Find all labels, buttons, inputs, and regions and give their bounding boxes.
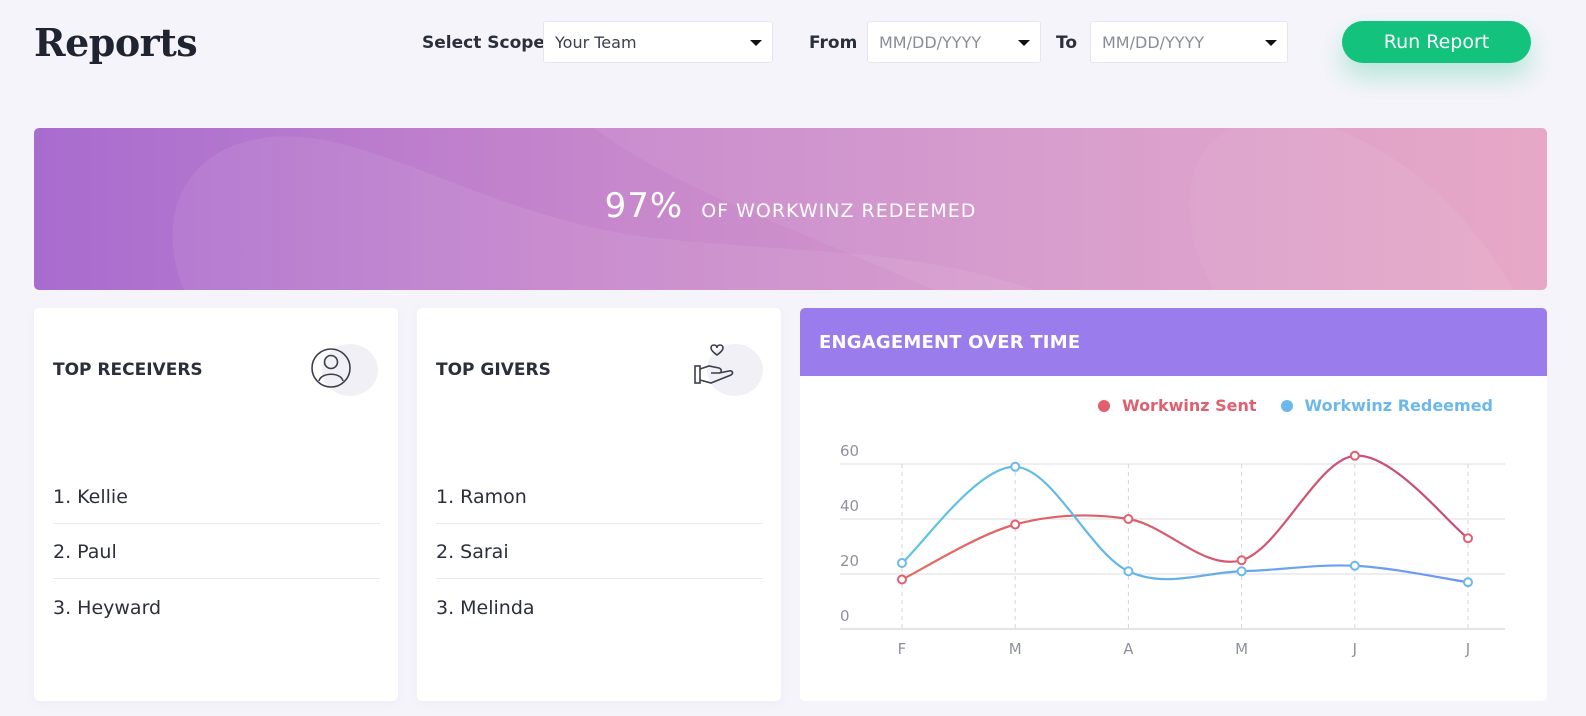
to-label: To [1056, 33, 1078, 53]
x-tick-label: A [1123, 640, 1134, 658]
y-tick-label: 20 [840, 552, 859, 570]
run-report-button[interactable]: Run Report [1342, 21, 1531, 63]
top-givers-title: TOP GIVERS [436, 360, 551, 380]
from-date-placeholder: MM/DD/YYYY [879, 32, 982, 52]
chevron-down-icon [750, 40, 762, 46]
legend-label-sent: Workwinz Sent [1121, 396, 1257, 415]
x-tick-label: M [1235, 640, 1248, 658]
legend-label-redeemed: Workwinz Redeemed [1304, 396, 1493, 415]
redeemed-caption: OF WORKWINZ REDEEMED [701, 200, 977, 222]
redeemed-banner: 97% OF WORKWINZ REDEEMED [34, 128, 1547, 290]
legend-dot-sent [1097, 399, 1110, 412]
data-point-redeemed [1349, 560, 1360, 571]
series-line-sent [901, 454, 1469, 581]
x-tick-label: J [1352, 640, 1357, 658]
to-date-placeholder: MM/DD/YYYY [1102, 32, 1205, 52]
engagement-card: 0 20 40 60 F M A M J J ENGAGEMENT OVER TIME Workw… [800, 308, 1547, 701]
data-point-sent [897, 574, 907, 585]
legend-dot-redeemed [1280, 399, 1293, 412]
engagement-chart: 0 20 40 60 F M A M J J [840, 442, 1505, 658]
data-point-sent [1349, 450, 1360, 461]
from-label: From [809, 33, 858, 53]
scope-select-value: Your Team [555, 32, 637, 52]
heart-hand-icon [693, 342, 763, 402]
top-receivers-card: TOP RECEIVERS 1. Kellie 2. Paul 3. Heywa… [34, 308, 398, 701]
scope-label: Select Scope [422, 33, 545, 53]
list-item: 1. Ramon [436, 469, 763, 524]
list-item: 2. Sarai [436, 524, 763, 579]
data-point-sent [1463, 533, 1473, 544]
data-point-sent [1236, 555, 1247, 566]
data-point-redeemed [897, 558, 907, 568]
data-point-redeemed [1236, 566, 1247, 577]
list-item: 3. Heyward [53, 596, 162, 619]
data-point-redeemed [1123, 566, 1134, 577]
to-date-field[interactable]: MM/DD/YYYY [1090, 21, 1288, 63]
x-tick-label: F [898, 640, 907, 658]
chevron-down-icon [1018, 40, 1030, 46]
legend-item-sent[interactable]: Workwinz Sent [1097, 396, 1257, 415]
data-point-redeemed [1463, 577, 1473, 588]
x-tick-label: M [1009, 640, 1022, 658]
page-title: Reports [34, 20, 198, 65]
list-item: 1. Kellie [53, 469, 380, 524]
from-date-field[interactable]: MM/DD/YYYY [867, 21, 1041, 63]
top-givers-list: 1. Ramon 2. Sarai 3. Melinda [436, 469, 763, 634]
series-line-redeemed [901, 465, 1469, 584]
scope-select[interactable]: Your Team [543, 21, 773, 63]
y-tick-label: 40 [840, 497, 859, 515]
top-receivers-title: TOP RECEIVERS [53, 360, 203, 380]
y-tick-label: 0 [840, 607, 850, 625]
top-givers-card: TOP GIVERS 1. Ramon 2. Sarai 3. Melinda [417, 308, 781, 701]
banner-text: 97% OF WORKWINZ REDEEMED [34, 186, 1547, 226]
data-point-redeemed [1010, 461, 1021, 472]
data-point-sent [1010, 519, 1021, 530]
user-circle-icon [310, 342, 380, 402]
top-receivers-list: 1. Kellie 2. Paul 3. Heyward [53, 469, 380, 634]
data-point-sent [1123, 514, 1134, 524]
legend-item-redeemed[interactable]: Workwinz Redeemed [1280, 396, 1493, 415]
redeemed-percent: 97% [604, 186, 684, 226]
chevron-down-icon [1265, 40, 1277, 46]
chart-legend: Workwinz Sent Workwinz Redeemed [1097, 396, 1493, 415]
y-tick-label: 60 [840, 442, 859, 460]
list-item: 3. Melinda [436, 596, 535, 619]
list-item: 2. Paul [53, 524, 380, 579]
x-tick-label: J [1465, 640, 1470, 658]
